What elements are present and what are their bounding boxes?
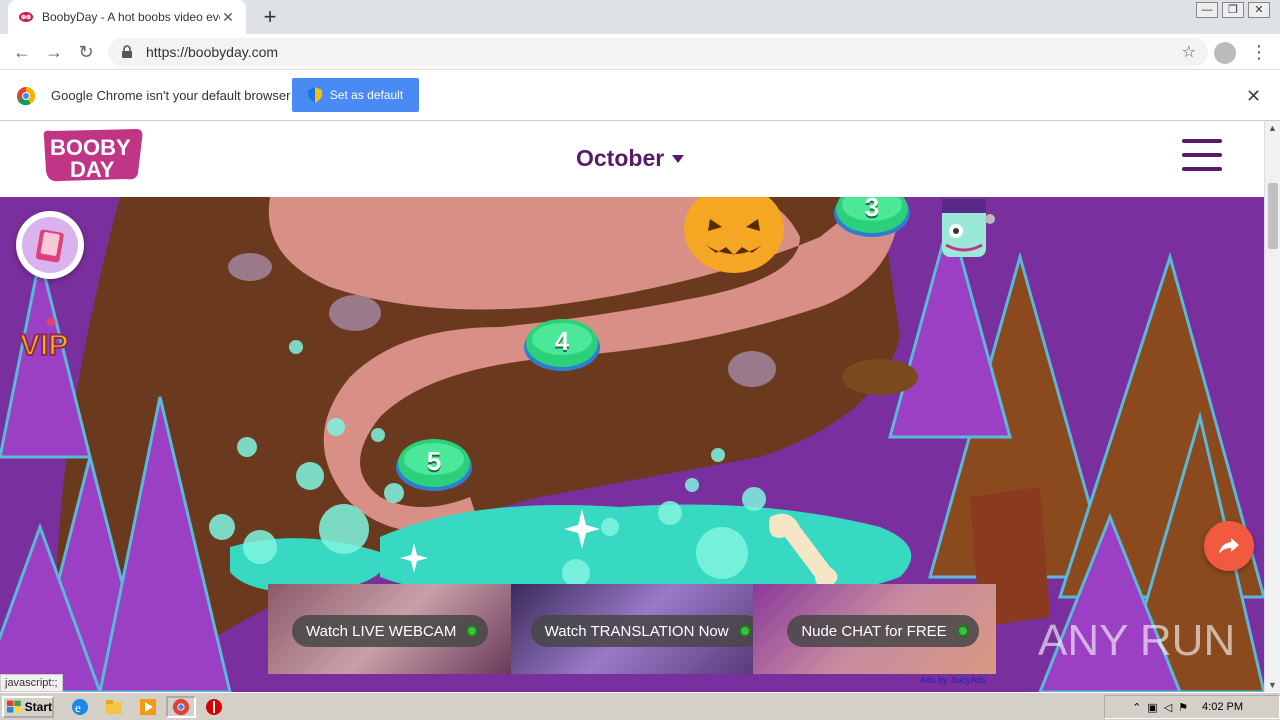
opera-icon[interactable]: [204, 697, 224, 717]
window-controls: — ❐ ✕: [1196, 2, 1270, 18]
bookmark-star-icon[interactable]: ☆: [1182, 42, 1196, 62]
share-button[interactable]: [1204, 521, 1254, 571]
back-button[interactable]: ←: [10, 40, 34, 64]
address-bar[interactable]: https://boobyday.com ☆: [108, 38, 1208, 66]
svg-text:e: e: [75, 700, 81, 715]
new-tab-button[interactable]: +: [258, 5, 282, 29]
online-dot-icon: [466, 625, 479, 637]
ad-translation[interactable]: Watch TRANSLATION Now: [510, 584, 754, 674]
online-dot-icon: [956, 625, 969, 637]
flag-icon[interactable]: ⚑: [1178, 701, 1188, 714]
scrollbar-thumb[interactable]: [1268, 183, 1278, 249]
level-number: 5: [426, 445, 442, 476]
folder-icon[interactable]: [104, 697, 124, 717]
close-window-button[interactable]: ✕: [1248, 2, 1270, 18]
browser-toolbar: ← → ↻ https://boobyday.com ☆ ⋮: [0, 34, 1280, 70]
profile-avatar-icon[interactable]: [1214, 42, 1236, 64]
chrome-icon: [172, 698, 190, 716]
vip-label: VIP: [20, 329, 68, 362]
lock-icon: [122, 45, 132, 58]
network-icon[interactable]: ▣: [1147, 701, 1157, 714]
logo-text-bottom: DAY: [70, 157, 115, 182]
hamburger-line: [1182, 167, 1222, 171]
ad-chat-label: Nude CHAT for FREE: [801, 622, 947, 640]
tray-arrow-icon[interactable]: ⌃: [1132, 701, 1141, 714]
book-icon: [22, 217, 78, 273]
uac-shield-icon: [307, 87, 322, 103]
infobar-close-icon[interactable]: ✕: [1246, 86, 1261, 107]
chevron-down-icon: [672, 154, 685, 163]
watermark-text: ANY RUN: [1038, 616, 1235, 665]
book-button[interactable]: [16, 211, 84, 279]
windows-taskbar: Start e ⌃ ▣ ◁ ⚑ 4:02 PM: [0, 692, 1280, 720]
windows-logo-icon: [7, 700, 21, 713]
restore-button[interactable]: ❐: [1222, 2, 1244, 18]
level-map: 3 4 5 VIP Watch LIVE WEBCAM Watch TRANSL…: [0, 197, 1264, 692]
clock: 4:02 PM: [1202, 701, 1243, 713]
ad-webcam-label: Watch LIVE WEBCAM: [306, 622, 457, 640]
url-text[interactable]: https://boobyday.com: [146, 44, 1182, 60]
site-header: BOOBY DAY October: [0, 121, 1264, 197]
ad-translation-button[interactable]: Watch TRANSLATION Now: [530, 615, 754, 647]
hamburger-menu-button[interactable]: [1182, 139, 1222, 171]
ie-icon[interactable]: e: [70, 697, 90, 717]
infobar-message: Google Chrome isn't your default browser: [51, 88, 291, 103]
scroll-up-icon[interactable]: ▲: [1268, 123, 1277, 133]
tab-close-icon[interactable]: ✕: [220, 9, 236, 25]
set-as-default-button[interactable]: Set as default: [292, 78, 419, 112]
status-bubble: javascript:;: [0, 674, 63, 692]
month-label: October: [576, 145, 665, 171]
level-number: 3: [864, 197, 880, 222]
volume-icon[interactable]: ◁: [1164, 701, 1172, 714]
ad-translation-label: Watch TRANSLATION Now: [544, 622, 729, 640]
minimize-button[interactable]: —: [1196, 2, 1218, 18]
chrome-menu-icon[interactable]: ⋮: [1250, 40, 1268, 64]
tab-title: BoobyDay - A hot boobs video every: [42, 10, 220, 24]
reload-button[interactable]: ↻: [74, 40, 98, 64]
ad-webcam[interactable]: Watch LIVE WEBCAM: [268, 584, 511, 674]
online-dot-icon: [738, 625, 751, 637]
start-button[interactable]: Start: [2, 696, 54, 718]
media-player-icon[interactable]: [138, 697, 158, 717]
boobyday-logo[interactable]: BOOBY DAY: [40, 127, 144, 183]
vip-badge-icon: VIP: [19, 317, 69, 363]
forward-button[interactable]: →: [42, 40, 66, 64]
ad-webcam-button[interactable]: Watch LIVE WEBCAM: [292, 615, 489, 647]
ad-banner[interactable]: Watch LIVE WEBCAM Watch TRANSLATION Now …: [268, 584, 997, 674]
vip-button[interactable]: VIP: [18, 315, 84, 363]
hamburger-line: [1182, 153, 1222, 157]
ad-chat[interactable]: Nude CHAT for FREE: [753, 584, 997, 674]
hamburger-line: [1182, 139, 1222, 143]
tab-strip: BoobyDay - A hot boobs video every ✕ + —…: [0, 0, 1280, 34]
page-scrollbar[interactable]: ▲ ▼: [1264, 121, 1280, 692]
boobyday-favicon-icon: [19, 12, 33, 22]
ads-by-label[interactable]: Ads by JuicyAds: [920, 675, 986, 685]
level-node-5[interactable]: 5: [396, 437, 472, 491]
chrome-taskbar-button[interactable]: [166, 696, 196, 718]
set-as-default-label: Set as default: [329, 88, 404, 102]
ad-chat-button[interactable]: Nude CHAT for FREE: [787, 615, 979, 647]
level-node-4[interactable]: 4: [524, 317, 600, 371]
browser-tab[interactable]: BoobyDay - A hot boobs video every ✕: [8, 0, 246, 34]
system-tray: ⌃ ▣ ◁ ⚑ 4:02 PM: [1104, 695, 1280, 719]
scroll-down-icon[interactable]: ▼: [1268, 680, 1277, 690]
share-arrow-icon: [1219, 538, 1239, 554]
level-node-3[interactable]: 3: [834, 197, 910, 237]
start-label: Start: [24, 700, 52, 714]
month-selector[interactable]: October: [576, 145, 685, 172]
level-number: 4: [554, 325, 570, 356]
default-browser-infobar: Google Chrome isn't your default browser…: [0, 70, 1280, 121]
anyrun-watermark: ANY RUN: [1038, 616, 1235, 665]
chrome-logo-icon: [17, 87, 36, 106]
